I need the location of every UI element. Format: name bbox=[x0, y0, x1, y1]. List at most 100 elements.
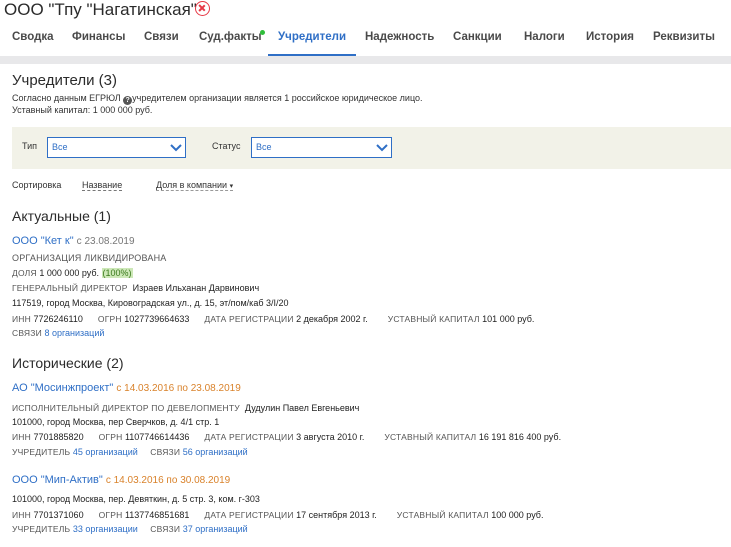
org-since: с 23.08.2019 bbox=[76, 236, 135, 247]
reg-label: ДАТА РЕГИСТРАЦИИ bbox=[204, 432, 294, 442]
org-links: УЧРЕДИТЕЛЬ 33 организации СВЯЗИ 37 орган… bbox=[12, 524, 248, 534]
inn-label: ИНН bbox=[12, 432, 31, 442]
org-period: с 14.03.2016 по 23.08.2019 bbox=[116, 383, 241, 394]
org-links: УЧРЕДИТЕЛЬ 45 организаций СВЯЗИ 56 орган… bbox=[12, 447, 248, 457]
org-status: ОРГАНИЗАЦИЯ ЛИКВИДИРОВАНА bbox=[12, 253, 167, 263]
ogrn-value: 1107746614436 bbox=[124, 432, 190, 442]
founder-link[interactable]: 45 организаций bbox=[73, 447, 138, 457]
sort-by-share[interactable]: Доля в компании ▾ bbox=[156, 180, 234, 191]
org-details: ИНН 7701885820 ОГРН 1107746614436 ДАТА Р… bbox=[12, 432, 561, 442]
share-value: 1 000 000 руб. bbox=[39, 268, 100, 278]
sort-label: Сортировка bbox=[12, 180, 62, 190]
org-share: ДОЛЯ 1 000 000 руб. (100%) bbox=[12, 268, 133, 278]
capital-value: 101 000 руб. bbox=[482, 314, 535, 324]
org-details: ИНН 7726246110 ОГРН 1027739664633 ДАТА Р… bbox=[12, 314, 534, 324]
reg-label: ДАТА РЕГИСТРАЦИИ bbox=[204, 314, 294, 324]
inn-label: ИНН bbox=[12, 510, 31, 520]
inn-value: 7701371060 bbox=[33, 510, 84, 520]
historic-org-1-name-row: АО "Мосинжпроект" с 14.03.2016 по 23.08.… bbox=[12, 382, 241, 394]
type-label: Тип bbox=[22, 141, 38, 151]
chevron-down-icon bbox=[376, 144, 388, 152]
capital-label: УСТАВНЫЙ КАПИТАЛ bbox=[396, 510, 489, 520]
links-link[interactable]: 56 организаций bbox=[183, 447, 248, 457]
org-address: 101000, город Москва, пер Сверчков, д. 4… bbox=[12, 417, 220, 427]
note-prefix: Согласно данным ЕГРЮЛ bbox=[12, 93, 121, 103]
status-label: Статус bbox=[212, 141, 241, 151]
links-label: СВЯЗИ bbox=[150, 447, 181, 457]
capital-value: 100 000 руб. bbox=[491, 510, 544, 520]
tab-summary[interactable]: Сводка bbox=[12, 26, 54, 56]
current-title: Актуальные (1) bbox=[12, 208, 111, 224]
ogrn-label: ОГРН bbox=[97, 314, 122, 324]
status-select[interactable]: Все bbox=[251, 137, 392, 158]
close-icon[interactable] bbox=[195, 1, 210, 16]
founder-link[interactable]: 33 организации bbox=[73, 524, 138, 534]
header-divider bbox=[0, 56, 731, 64]
director-name: Дудулин Павел Евгеньевич bbox=[244, 403, 360, 413]
ogrn-value: 1027739664633 bbox=[124, 314, 190, 324]
org-director: ГЕНЕРАЛЬНЫЙ ДИРЕКТОР Израев Ильханан Дар… bbox=[12, 283, 259, 293]
ogrn-label: ОГРН bbox=[98, 510, 123, 520]
capital-label: УСТАВНЫЙ КАПИТАЛ bbox=[387, 314, 480, 324]
org-link[interactable]: АО "Мосинжпроект" bbox=[12, 382, 113, 394]
org-address: 117519, город Москва, Кировоградская ул.… bbox=[12, 298, 289, 308]
historic-org-2-name-row: ООО "Мип-Актив" с 14.03.2016 по 30.08.20… bbox=[12, 474, 230, 486]
links-label: СВЯЗИ bbox=[12, 328, 42, 338]
type-select-value: Все bbox=[52, 142, 68, 152]
org-links: СВЯЗИ 8 организаций bbox=[12, 328, 104, 338]
links-link[interactable]: 37 организаций bbox=[183, 524, 248, 534]
reg-value: 2 декабря 2002 г. bbox=[296, 314, 368, 324]
founders-note: Согласно данным ЕГРЮЛ ? учредителем орган… bbox=[12, 93, 423, 105]
caret-down-icon: ▾ bbox=[229, 183, 234, 190]
founder-label: УЧРЕДИТЕЛЬ bbox=[12, 447, 71, 457]
tab-finance[interactable]: Финансы bbox=[72, 26, 125, 56]
inn-label: ИНН bbox=[12, 314, 31, 324]
org-director: ИСПОЛНИТЕЛЬНЫЙ ДИРЕКТОР ПО ДЕВЕЛОПМЕНТУ … bbox=[12, 403, 359, 413]
reg-label: ДАТА РЕГИСТРАЦИИ bbox=[204, 510, 294, 520]
page-title: ООО "Тпу "Нагатинская" bbox=[4, 0, 197, 19]
links-link[interactable]: 8 организаций bbox=[44, 328, 104, 338]
historic-title: Исторические (2) bbox=[12, 355, 124, 371]
links-label: СВЯЗИ bbox=[150, 524, 181, 534]
reg-value: 17 сентября 2013 г. bbox=[296, 510, 377, 520]
reg-value: 3 августа 2010 г. bbox=[296, 432, 365, 442]
share-label: ДОЛЯ bbox=[12, 268, 37, 278]
tab-court-facts[interactable]: Суд.факты bbox=[199, 26, 262, 56]
inn-value: 7726246110 bbox=[33, 314, 83, 324]
org-address: 101000, город Москва, пер. Девяткин, д. … bbox=[12, 494, 260, 504]
ogrn-label: ОГРН bbox=[98, 432, 123, 442]
tab-sanctions[interactable]: Санкции bbox=[453, 26, 502, 56]
tab-reliability[interactable]: Надежность bbox=[365, 26, 434, 56]
tab-history[interactable]: История bbox=[586, 26, 634, 56]
capital-value: 16 191 816 400 руб. bbox=[478, 432, 562, 442]
current-org-name-row: ООО "Кет к" с 23.08.2019 bbox=[12, 235, 135, 247]
ogrn-value: 1137746851681 bbox=[124, 510, 190, 520]
director-label: ГЕНЕРАЛЬНЫЙ ДИРЕКТОР bbox=[12, 283, 128, 293]
filter-panel: Тип Все Статус Все bbox=[12, 127, 731, 169]
org-details: ИНН 7701371060 ОГРН 1137746851681 ДАТА Р… bbox=[12, 510, 543, 520]
share-percent: (100%) bbox=[101, 268, 133, 278]
tab-taxes[interactable]: Налоги bbox=[524, 26, 565, 56]
director-name: Израев Ильханан Дарвинович bbox=[132, 283, 260, 293]
org-link[interactable]: ООО "Кет к" bbox=[12, 235, 74, 247]
tab-founders[interactable]: Учредители bbox=[268, 26, 357, 56]
tab-links[interactable]: Связи bbox=[144, 26, 179, 56]
notification-dot bbox=[260, 30, 265, 35]
info-icon[interactable]: ? bbox=[123, 96, 133, 105]
founders-title: Учредители (3) bbox=[12, 72, 118, 89]
founders-card: Учредители (3) Согласно данным ЕГРЮЛ ? уч… bbox=[0, 64, 731, 547]
status-select-value: Все bbox=[256, 142, 272, 152]
sort-by-name[interactable]: Название bbox=[82, 180, 123, 191]
founder-label: УЧРЕДИТЕЛЬ bbox=[12, 524, 71, 534]
tab-bar: Сводка Финансы Связи Суд.факты Учредител… bbox=[0, 26, 731, 56]
org-link[interactable]: ООО "Мип-Актив" bbox=[12, 474, 103, 486]
type-select[interactable]: Все bbox=[47, 137, 186, 158]
chevron-down-icon bbox=[170, 144, 182, 152]
inn-value: 7701885820 bbox=[33, 432, 84, 442]
page-header: ООО "Тпу "Нагатинская" Сводка Финансы Св… bbox=[0, 0, 731, 64]
authorized-capital: Уставный капитал: 1 000 000 руб. bbox=[12, 105, 153, 115]
org-period: с 14.03.2016 по 30.08.2019 bbox=[105, 475, 231, 486]
capital-label: УСТАВНЫЙ КАПИТАЛ bbox=[384, 432, 477, 442]
tab-requisites[interactable]: Реквизиты bbox=[653, 26, 715, 56]
note-suffix: учредителем организации является 1 росси… bbox=[132, 93, 423, 103]
